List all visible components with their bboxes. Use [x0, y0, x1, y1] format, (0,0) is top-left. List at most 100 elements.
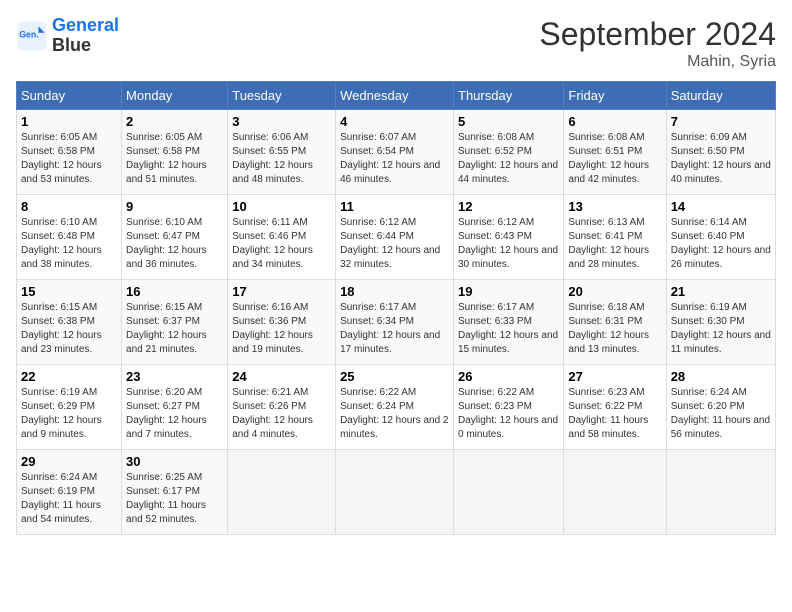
calendar-cell: 9 Sunrise: 6:10 AM Sunset: 6:47 PM Dayli… — [122, 195, 228, 280]
day-info: Sunrise: 6:08 AM Sunset: 6:51 PM Dayligh… — [568, 131, 661, 187]
day-info: Sunrise: 6:10 AM Sunset: 6:48 PM Dayligh… — [21, 216, 117, 272]
day-info: Sunrise: 6:21 AM Sunset: 6:26 PM Dayligh… — [232, 386, 331, 442]
calendar-cell: 29 Sunrise: 6:24 AM Sunset: 6:19 PM Dayl… — [17, 450, 122, 535]
calendar-cell: 10 Sunrise: 6:11 AM Sunset: 6:46 PM Dayl… — [228, 195, 336, 280]
day-number: 30 — [126, 454, 223, 469]
calendar-header-row: SundayMondayTuesdayWednesdayThursdayFrid… — [17, 82, 776, 110]
day-number: 13 — [568, 199, 661, 214]
day-number: 22 — [21, 369, 117, 384]
day-of-week-header: Monday — [122, 82, 228, 110]
day-of-week-header: Tuesday — [228, 82, 336, 110]
title-area: September 2024 Mahin, Syria — [539, 16, 776, 71]
day-info: Sunrise: 6:22 AM Sunset: 6:23 PM Dayligh… — [458, 386, 559, 442]
day-number: 1 — [21, 114, 117, 129]
logo-text: General Blue — [52, 16, 119, 56]
calendar-cell: 23 Sunrise: 6:20 AM Sunset: 6:27 PM Dayl… — [122, 365, 228, 450]
month-title: September 2024 — [539, 16, 776, 53]
day-info: Sunrise: 6:18 AM Sunset: 6:31 PM Dayligh… — [568, 301, 661, 357]
day-info: Sunrise: 6:14 AM Sunset: 6:40 PM Dayligh… — [671, 216, 771, 272]
calendar-cell: 17 Sunrise: 6:16 AM Sunset: 6:36 PM Dayl… — [228, 280, 336, 365]
calendar-week-row: 8 Sunrise: 6:10 AM Sunset: 6:48 PM Dayli… — [17, 195, 776, 280]
day-of-week-header: Wednesday — [336, 82, 454, 110]
calendar-cell — [228, 450, 336, 535]
calendar-cell: 19 Sunrise: 6:17 AM Sunset: 6:33 PM Dayl… — [454, 280, 564, 365]
day-number: 17 — [232, 284, 331, 299]
day-number: 6 — [568, 114, 661, 129]
day-number: 20 — [568, 284, 661, 299]
day-number: 14 — [671, 199, 771, 214]
day-of-week-header: Saturday — [666, 82, 775, 110]
day-info: Sunrise: 6:23 AM Sunset: 6:22 PM Dayligh… — [568, 386, 661, 442]
day-number: 25 — [340, 369, 449, 384]
day-number: 16 — [126, 284, 223, 299]
calendar-cell: 15 Sunrise: 6:15 AM Sunset: 6:38 PM Dayl… — [17, 280, 122, 365]
day-info: Sunrise: 6:07 AM Sunset: 6:54 PM Dayligh… — [340, 131, 449, 187]
day-info: Sunrise: 6:05 AM Sunset: 6:58 PM Dayligh… — [21, 131, 117, 187]
calendar-table: SundayMondayTuesdayWednesdayThursdayFrid… — [16, 81, 776, 535]
calendar-cell — [454, 450, 564, 535]
day-info: Sunrise: 6:09 AM Sunset: 6:50 PM Dayligh… — [671, 131, 771, 187]
calendar-cell: 14 Sunrise: 6:14 AM Sunset: 6:40 PM Dayl… — [666, 195, 775, 280]
page-header: Gen. General Blue September 2024 Mahin, … — [16, 16, 776, 71]
day-info: Sunrise: 6:19 AM Sunset: 6:29 PM Dayligh… — [21, 386, 117, 442]
day-info: Sunrise: 6:17 AM Sunset: 6:34 PM Dayligh… — [340, 301, 449, 357]
calendar-cell: 20 Sunrise: 6:18 AM Sunset: 6:31 PM Dayl… — [564, 280, 666, 365]
calendar-cell: 11 Sunrise: 6:12 AM Sunset: 6:44 PM Dayl… — [336, 195, 454, 280]
day-number: 3 — [232, 114, 331, 129]
calendar-cell: 12 Sunrise: 6:12 AM Sunset: 6:43 PM Dayl… — [454, 195, 564, 280]
calendar-cell — [666, 450, 775, 535]
location: Mahin, Syria — [539, 53, 776, 71]
day-number: 11 — [340, 199, 449, 214]
calendar-cell: 28 Sunrise: 6:24 AM Sunset: 6:20 PM Dayl… — [666, 365, 775, 450]
calendar-cell: 8 Sunrise: 6:10 AM Sunset: 6:48 PM Dayli… — [17, 195, 122, 280]
calendar-week-row: 29 Sunrise: 6:24 AM Sunset: 6:19 PM Dayl… — [17, 450, 776, 535]
calendar-cell: 2 Sunrise: 6:05 AM Sunset: 6:58 PM Dayli… — [122, 110, 228, 195]
day-info: Sunrise: 6:10 AM Sunset: 6:47 PM Dayligh… — [126, 216, 223, 272]
day-number: 7 — [671, 114, 771, 129]
day-info: Sunrise: 6:15 AM Sunset: 6:38 PM Dayligh… — [21, 301, 117, 357]
day-info: Sunrise: 6:20 AM Sunset: 6:27 PM Dayligh… — [126, 386, 223, 442]
calendar-cell — [564, 450, 666, 535]
calendar-cell — [336, 450, 454, 535]
day-number: 29 — [21, 454, 117, 469]
day-info: Sunrise: 6:22 AM Sunset: 6:24 PM Dayligh… — [340, 386, 449, 442]
day-of-week-header: Friday — [564, 82, 666, 110]
day-number: 4 — [340, 114, 449, 129]
calendar-cell: 24 Sunrise: 6:21 AM Sunset: 6:26 PM Dayl… — [228, 365, 336, 450]
day-info: Sunrise: 6:13 AM Sunset: 6:41 PM Dayligh… — [568, 216, 661, 272]
day-info: Sunrise: 6:17 AM Sunset: 6:33 PM Dayligh… — [458, 301, 559, 357]
day-number: 27 — [568, 369, 661, 384]
day-info: Sunrise: 6:12 AM Sunset: 6:44 PM Dayligh… — [340, 216, 449, 272]
calendar-cell: 27 Sunrise: 6:23 AM Sunset: 6:22 PM Dayl… — [564, 365, 666, 450]
logo-icon: Gen. — [16, 20, 48, 52]
calendar-cell: 30 Sunrise: 6:25 AM Sunset: 6:17 PM Dayl… — [122, 450, 228, 535]
day-number: 21 — [671, 284, 771, 299]
logo-line2: Blue — [52, 36, 119, 56]
day-info: Sunrise: 6:12 AM Sunset: 6:43 PM Dayligh… — [458, 216, 559, 272]
day-number: 2 — [126, 114, 223, 129]
day-number: 15 — [21, 284, 117, 299]
day-number: 26 — [458, 369, 559, 384]
calendar-cell: 5 Sunrise: 6:08 AM Sunset: 6:52 PM Dayli… — [454, 110, 564, 195]
day-number: 5 — [458, 114, 559, 129]
day-number: 10 — [232, 199, 331, 214]
day-number: 12 — [458, 199, 559, 214]
day-info: Sunrise: 6:06 AM Sunset: 6:55 PM Dayligh… — [232, 131, 331, 187]
calendar-cell: 16 Sunrise: 6:15 AM Sunset: 6:37 PM Dayl… — [122, 280, 228, 365]
day-info: Sunrise: 6:11 AM Sunset: 6:46 PM Dayligh… — [232, 216, 331, 272]
svg-text:Gen.: Gen. — [19, 29, 39, 39]
day-info: Sunrise: 6:16 AM Sunset: 6:36 PM Dayligh… — [232, 301, 331, 357]
calendar-cell: 4 Sunrise: 6:07 AM Sunset: 6:54 PM Dayli… — [336, 110, 454, 195]
logo-line1: General — [52, 15, 119, 35]
day-info: Sunrise: 6:24 AM Sunset: 6:19 PM Dayligh… — [21, 471, 117, 527]
day-number: 8 — [21, 199, 117, 214]
day-info: Sunrise: 6:24 AM Sunset: 6:20 PM Dayligh… — [671, 386, 771, 442]
day-info: Sunrise: 6:15 AM Sunset: 6:37 PM Dayligh… — [126, 301, 223, 357]
calendar-cell: 6 Sunrise: 6:08 AM Sunset: 6:51 PM Dayli… — [564, 110, 666, 195]
logo: Gen. General Blue — [16, 16, 119, 56]
calendar-cell: 25 Sunrise: 6:22 AM Sunset: 6:24 PM Dayl… — [336, 365, 454, 450]
calendar-week-row: 1 Sunrise: 6:05 AM Sunset: 6:58 PM Dayli… — [17, 110, 776, 195]
calendar-week-row: 22 Sunrise: 6:19 AM Sunset: 6:29 PM Dayl… — [17, 365, 776, 450]
day-number: 23 — [126, 369, 223, 384]
day-info: Sunrise: 6:08 AM Sunset: 6:52 PM Dayligh… — [458, 131, 559, 187]
